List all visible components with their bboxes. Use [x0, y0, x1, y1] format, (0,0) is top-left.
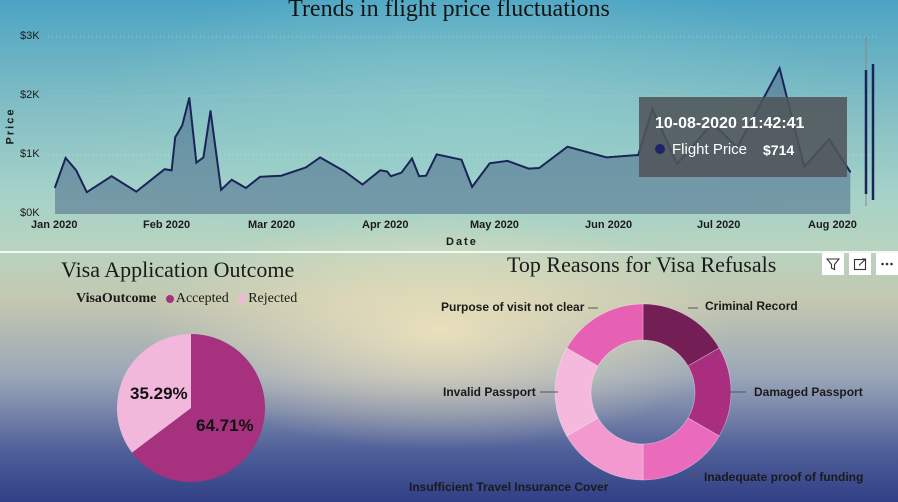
- x-tick-label: Jan 2020: [31, 219, 78, 231]
- ellipsis-icon: [881, 262, 893, 266]
- donut-label-insufficient-insurance: Insufficient Travel Insurance Cover: [409, 480, 609, 494]
- x-tick-label: Jun 2020: [585, 219, 633, 231]
- donut-label-damaged-passport: Damaged Passport: [754, 385, 863, 399]
- pie-label-rejected: 35.29%: [130, 384, 188, 403]
- y-axis-title: Price: [4, 107, 17, 145]
- x-tick-label: Feb 2020: [143, 219, 191, 231]
- tooltip-value: $714: [763, 142, 795, 158]
- y-tick-label: $1K: [20, 148, 40, 160]
- tooltip-date: 10-08-2020 11:42:41: [655, 115, 805, 132]
- expand-icon: [853, 258, 867, 271]
- x-tick-label: May 2020: [470, 219, 519, 231]
- more-options-button[interactable]: [876, 253, 898, 275]
- data-tooltip: 10-08-2020 11:42:41 Flight Price $714: [639, 97, 847, 177]
- x-tick-label: Apr 2020: [362, 219, 409, 231]
- x-tick-label: Jul 2020: [697, 219, 741, 231]
- y-tick-label: $3K: [20, 30, 40, 42]
- filter-icon: [826, 258, 840, 271]
- filter-button[interactable]: [822, 253, 844, 275]
- leader-line: [687, 473, 701, 478]
- donut-label-criminal-record: Criminal Record: [705, 299, 798, 313]
- tooltip-series-name: Flight Price: [672, 141, 748, 158]
- donut-label-inadequate-funding: Inadequate proof of funding: [704, 470, 864, 484]
- series-dot-icon: [655, 144, 665, 154]
- donut-chart-title: Top Reasons for Visa Refusals: [507, 252, 777, 277]
- x-axis-title: Date: [446, 236, 478, 248]
- x-tick-label: Aug 2020: [808, 219, 857, 231]
- pie-chart-title: Visa Application Outcome: [61, 257, 295, 282]
- pie-label-accepted: 64.71%: [196, 416, 254, 435]
- y-tick-label: $2K: [20, 89, 40, 101]
- donut-label-invalid-passport: Invalid Passport: [443, 385, 536, 399]
- donut-label-purpose-unclear: Purpose of visit not clear: [441, 300, 585, 314]
- focus-mode-button[interactable]: [849, 253, 871, 275]
- x-tick-label: Mar 2020: [248, 219, 296, 231]
- y-tick-label: $0K: [20, 207, 40, 219]
